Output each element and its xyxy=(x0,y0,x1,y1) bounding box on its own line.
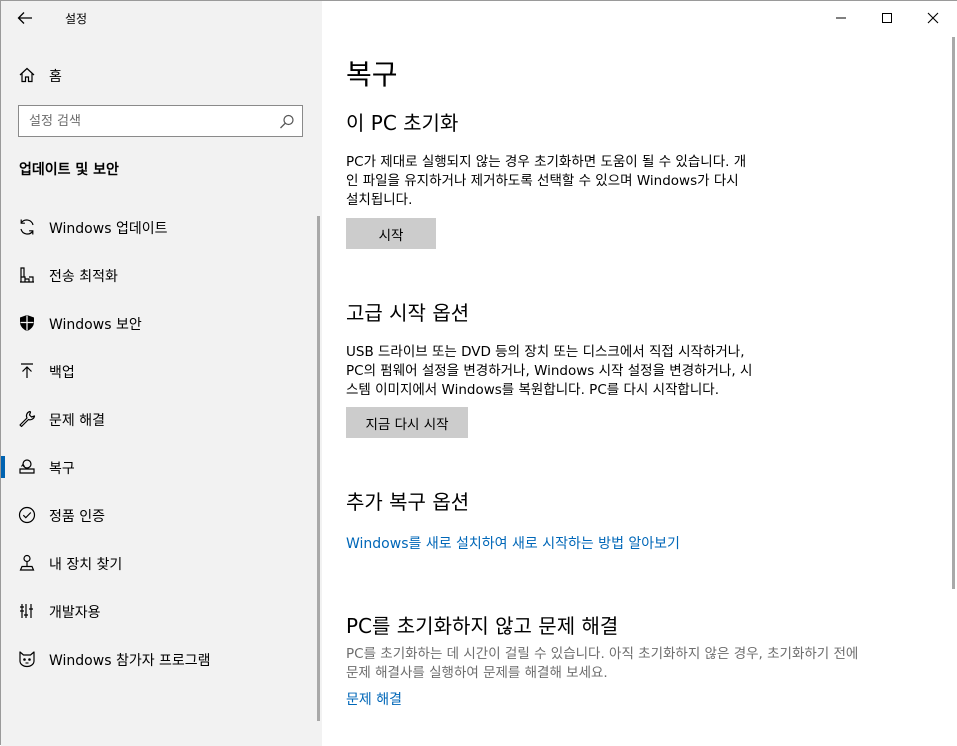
more-options-heading: 추가 복구 옵션 xyxy=(346,490,470,514)
sidebar-item-label: 내 장치 찾기 xyxy=(49,557,123,573)
recovery-icon xyxy=(17,457,37,477)
search-box[interactable] xyxy=(18,105,303,137)
sidebar-item-home[interactable]: 홈 xyxy=(1,59,322,91)
text-line: 스템 이미지에서 Windows를 복원합니다. PC를 다시 시작합니다. xyxy=(346,382,719,398)
home-label: 홈 xyxy=(49,69,62,85)
sidebar-item-label: 전송 최적화 xyxy=(49,269,118,285)
settings-window: 설정 홈 업데이트 및 보안 Windows 업데이트 xyxy=(0,0,957,746)
minimize-button[interactable] xyxy=(818,1,864,35)
section-title: 업데이트 및 보안 xyxy=(19,162,119,178)
advanced-startup-description: USB 드라이브 또는 DVD 등의 장치 또는 디스크에서 직접 시작하거나,… xyxy=(346,343,752,400)
backup-arrow-icon xyxy=(17,361,37,381)
app-title: 설정 xyxy=(65,12,88,26)
page-title: 복구 xyxy=(346,58,398,91)
close-button[interactable] xyxy=(910,1,956,35)
sidebar-item-troubleshoot[interactable]: 문제 해결 xyxy=(1,395,322,443)
sidebar-item-windows-update[interactable]: Windows 업데이트 xyxy=(1,203,322,251)
sidebar-item-for-developers[interactable]: 개발자용 xyxy=(1,587,322,635)
sidebar-item-label: 복구 xyxy=(49,461,75,477)
text-line: 인 파일을 유지하거나 제거하도록 선택할 수 있으며 Windows가 다시 xyxy=(346,173,739,189)
maximize-button[interactable] xyxy=(864,1,910,35)
check-circle-icon xyxy=(17,505,37,525)
delivery-optimization-icon xyxy=(17,265,37,285)
search-input[interactable] xyxy=(29,112,279,130)
close-icon xyxy=(927,12,939,24)
sidebar-item-label: 개발자용 xyxy=(49,605,101,621)
restart-now-button[interactable]: 지금 다시 시작 xyxy=(346,407,468,438)
window-controls xyxy=(818,1,956,35)
reset-start-button[interactable]: 시작 xyxy=(346,218,436,249)
text-line: 설치됩니다. xyxy=(346,192,413,208)
sidebar-item-windows-insider[interactable]: Windows 참가자 프로그램 xyxy=(1,635,322,683)
text-line: 문제 해결사를 실행하여 문제를 해결해 보세요. xyxy=(346,665,608,681)
sidebar-nav: Windows 업데이트 전송 최적화 Windows 보안 백업 문제 해결 … xyxy=(1,203,322,683)
reset-heading: 이 PC 초기화 xyxy=(346,111,459,135)
sidebar-scrollbar[interactable] xyxy=(317,216,320,721)
back-arrow-icon xyxy=(17,12,32,24)
troubleshoot-link[interactable]: 문제 해결 xyxy=(346,689,402,709)
troubleshoot-description: PC를 초기화하는 데 시간이 걸릴 수 있습니다. 아직 초기화하지 않은 경… xyxy=(346,645,858,683)
wrench-icon xyxy=(17,409,37,429)
minimize-icon xyxy=(836,17,846,19)
sidebar-item-recovery[interactable]: 복구 xyxy=(1,443,322,491)
main-scrollbar[interactable] xyxy=(952,37,955,589)
sidebar-item-activation[interactable]: 정품 인증 xyxy=(1,491,322,539)
sidebar-item-backup[interactable]: 백업 xyxy=(1,347,322,395)
sidebar-item-label: 백업 xyxy=(49,365,75,381)
home-icon xyxy=(18,66,36,84)
sidebar-item-label: Windows 보안 xyxy=(49,317,142,333)
sidebar-item-label: Windows 업데이트 xyxy=(49,221,168,237)
text-line: PC를 초기화하는 데 시간이 걸릴 수 있습니다. 아직 초기화하지 않은 경… xyxy=(346,646,859,662)
sync-icon xyxy=(17,217,37,237)
sidebar-item-windows-security[interactable]: Windows 보안 xyxy=(1,299,322,347)
find-device-icon xyxy=(17,553,37,573)
sidebar-item-label: Windows 참가자 프로그램 xyxy=(49,653,211,669)
sidebar-item-label: 정품 인증 xyxy=(49,509,105,525)
troubleshoot-heading: PC를 초기화하지 않고 문제 해결 xyxy=(346,614,619,638)
developer-icon xyxy=(17,601,37,621)
sidebar-item-label: 문제 해결 xyxy=(49,413,105,429)
advanced-startup-heading: 고급 시작 옵션 xyxy=(346,301,470,325)
reset-description: PC가 제대로 실행되지 않는 경우 초기화하면 도움이 될 수 있습니다. 개… xyxy=(346,153,746,210)
sidebar-item-delivery-optimization[interactable]: 전송 최적화 xyxy=(1,251,322,299)
sidebar-item-find-my-device[interactable]: 내 장치 찾기 xyxy=(1,539,322,587)
sidebar: 설정 홈 업데이트 및 보안 Windows 업데이트 xyxy=(1,1,322,746)
fresh-start-link[interactable]: Windows를 새로 설치하여 새로 시작하는 방법 알아보기 xyxy=(346,533,680,553)
maximize-icon xyxy=(882,13,892,23)
shield-icon xyxy=(17,313,37,333)
text-line: USB 드라이브 또는 DVD 등의 장치 또는 디스크에서 직접 시작하거나, xyxy=(346,344,745,360)
search-icon[interactable] xyxy=(278,113,296,131)
text-line: PC의 펌웨어 설정을 변경하거나, Windows 시작 설정을 변경하거나,… xyxy=(346,363,753,379)
back-button[interactable] xyxy=(11,5,39,31)
text-line: PC가 제대로 실행되지 않는 경우 초기화하면 도움이 될 수 있습니다. 개 xyxy=(346,154,747,170)
insider-icon xyxy=(17,649,37,669)
